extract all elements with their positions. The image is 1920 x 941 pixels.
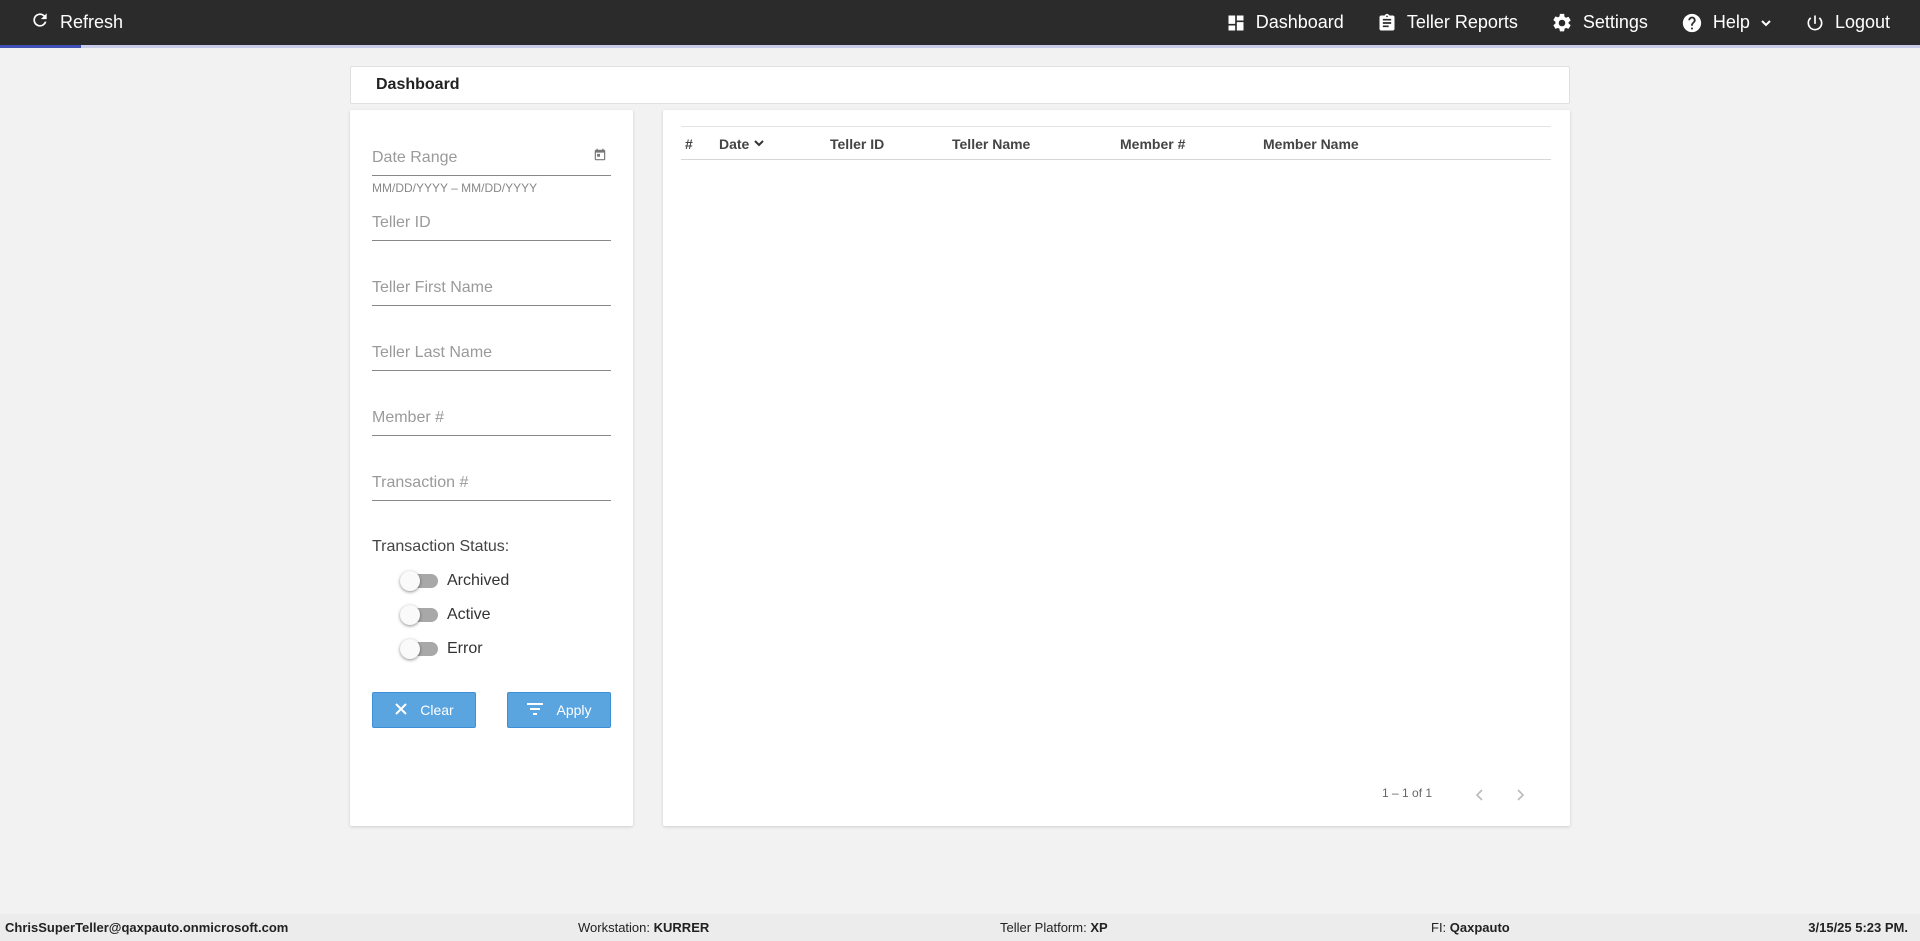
column-header-teller-id[interactable]: Teller ID bbox=[830, 136, 884, 152]
active-label: Active bbox=[447, 606, 491, 623]
sort-desc-icon bbox=[753, 136, 765, 152]
transaction-number-label: Transaction # bbox=[372, 474, 469, 491]
refresh-label: Refresh bbox=[60, 12, 124, 32]
teller-id-input[interactable]: Teller ID bbox=[372, 205, 611, 241]
footer-workstation: Workstation: KURRER bbox=[578, 920, 709, 935]
page-title: Dashboard bbox=[376, 76, 460, 93]
clear-label: Clear bbox=[420, 702, 454, 718]
column-header-member-name[interactable]: Member Name bbox=[1263, 136, 1359, 152]
column-header-number[interactable]: # bbox=[685, 136, 693, 152]
nav-teller-reports[interactable]: Teller Reports bbox=[1377, 12, 1518, 33]
platform-label: Teller Platform: bbox=[1000, 920, 1087, 935]
close-icon bbox=[394, 702, 408, 719]
footer-user-email: ChrisSuperTeller@qaxpauto.onmicrosoft.co… bbox=[5, 920, 288, 935]
switch-knob bbox=[400, 605, 420, 625]
filter-icon bbox=[526, 702, 544, 719]
clear-button[interactable]: Clear bbox=[372, 692, 476, 728]
status-footer: ChrisSuperTeller@qaxpauto.onmicrosoft.co… bbox=[0, 914, 1920, 941]
toggle-active[interactable]: Active bbox=[400, 604, 491, 626]
column-header-number-label: # bbox=[685, 136, 693, 152]
table-header-row: # Date Teller ID Teller Name Member # Me… bbox=[681, 126, 1551, 160]
teller-last-name-label: Teller Last Name bbox=[372, 344, 493, 361]
platform-value: XP bbox=[1090, 920, 1108, 935]
footer-teller-platform: Teller Platform: XP bbox=[1000, 920, 1108, 935]
fi-label: FI: bbox=[1431, 920, 1447, 935]
nav-logout[interactable]: Logout bbox=[1805, 12, 1890, 33]
nav-dashboard[interactable]: Dashboard bbox=[1226, 12, 1344, 33]
active-switch[interactable] bbox=[400, 605, 438, 625]
column-header-teller-id-label: Teller ID bbox=[830, 136, 885, 152]
teller-first-name-input[interactable]: Teller First Name bbox=[372, 270, 611, 306]
toggle-archived[interactable]: Archived bbox=[400, 570, 510, 592]
teller-last-name-input[interactable]: Teller Last Name bbox=[372, 335, 611, 371]
page-header: Dashboard bbox=[350, 66, 1570, 104]
footer-fi: FI: Qaxpauto bbox=[1431, 920, 1510, 935]
fi-value: Qaxpauto bbox=[1449, 920, 1510, 935]
nav-teller-reports-label: Teller Reports bbox=[1406, 12, 1518, 32]
nav-dashboard-label: Dashboard bbox=[1255, 12, 1344, 32]
transaction-status-title: Transaction Status: bbox=[372, 538, 510, 555]
chevron-right-icon bbox=[1514, 789, 1526, 806]
datetime-value: 3/15/25 5:23 PM. bbox=[1808, 920, 1908, 935]
nav-help[interactable]: Help bbox=[1681, 12, 1772, 34]
toggle-error[interactable]: Error bbox=[400, 638, 483, 660]
column-header-teller-name-label: Teller Name bbox=[952, 136, 1031, 152]
gear-icon bbox=[1551, 12, 1573, 34]
teller-first-name-label: Teller First Name bbox=[372, 279, 493, 296]
nav-help-label: Help bbox=[1712, 12, 1750, 32]
teller-id-label: Teller ID bbox=[372, 214, 431, 231]
date-range-hint: MM/DD/YYYY – MM/DD/YYYY bbox=[372, 181, 538, 195]
error-label: Error bbox=[447, 640, 483, 657]
column-header-member-number-label: Member # bbox=[1120, 136, 1186, 152]
date-range-label: Date Range bbox=[372, 149, 458, 166]
chevron-down-icon bbox=[1760, 17, 1772, 29]
results-table-panel: # Date Teller ID Teller Name Member # Me… bbox=[663, 110, 1570, 826]
chevron-left-icon bbox=[1474, 789, 1486, 806]
switch-knob bbox=[400, 639, 420, 659]
dashboard-icon bbox=[1226, 13, 1246, 33]
footer-datetime: 3/15/25 5:23 PM. bbox=[1808, 920, 1908, 935]
nav-settings[interactable]: Settings bbox=[1551, 12, 1648, 34]
column-header-member-name-label: Member Name bbox=[1263, 136, 1359, 152]
column-header-date-label: Date bbox=[719, 136, 750, 152]
next-page-button[interactable] bbox=[1514, 788, 1526, 807]
filter-panel: Date Range MM/DD/YYYY – MM/DD/YYYY Teller … bbox=[350, 110, 633, 826]
nav-logout-label: Logout bbox=[1834, 12, 1890, 32]
archived-switch[interactable] bbox=[400, 571, 438, 591]
user-email-value: ChrisSuperTeller@qaxpauto.onmicrosoft.co… bbox=[5, 920, 289, 935]
apply-button[interactable]: Apply bbox=[507, 692, 611, 728]
apply-label: Apply bbox=[556, 702, 592, 718]
member-number-input[interactable]: Member # bbox=[372, 400, 611, 436]
calendar-icon[interactable] bbox=[593, 148, 607, 167]
workstation-value: KURRER bbox=[653, 920, 710, 935]
power-icon bbox=[1805, 13, 1825, 33]
column-header-date[interactable]: Date bbox=[719, 136, 765, 152]
error-switch[interactable] bbox=[400, 639, 438, 659]
date-range-field[interactable]: Date Range bbox=[372, 140, 611, 176]
top-nav-bar: Refresh Dashboard Teller Reports Setting… bbox=[0, 0, 1920, 45]
loading-progress-bar bbox=[0, 45, 1920, 48]
main-nav: Dashboard Teller Reports Settings Help L… bbox=[1226, 0, 1890, 45]
help-icon bbox=[1681, 12, 1703, 34]
refresh-icon bbox=[30, 10, 50, 35]
column-header-member-number[interactable]: Member # bbox=[1120, 136, 1185, 152]
nav-settings-label: Settings bbox=[1582, 12, 1648, 32]
switch-knob bbox=[400, 571, 420, 591]
workstation-label: Workstation: bbox=[578, 920, 651, 935]
member-number-label: Member # bbox=[372, 409, 445, 426]
previous-page-button[interactable] bbox=[1474, 788, 1486, 807]
paginator-range: 1 – 1 of 1 bbox=[1382, 786, 1433, 800]
refresh-button[interactable]: Refresh bbox=[30, 0, 123, 45]
column-header-teller-name[interactable]: Teller Name bbox=[952, 136, 1030, 152]
transaction-number-input[interactable]: Transaction # bbox=[372, 465, 611, 501]
loading-progress-fill bbox=[0, 45, 81, 48]
clipboard-icon bbox=[1377, 13, 1397, 33]
archived-label: Archived bbox=[447, 572, 510, 589]
